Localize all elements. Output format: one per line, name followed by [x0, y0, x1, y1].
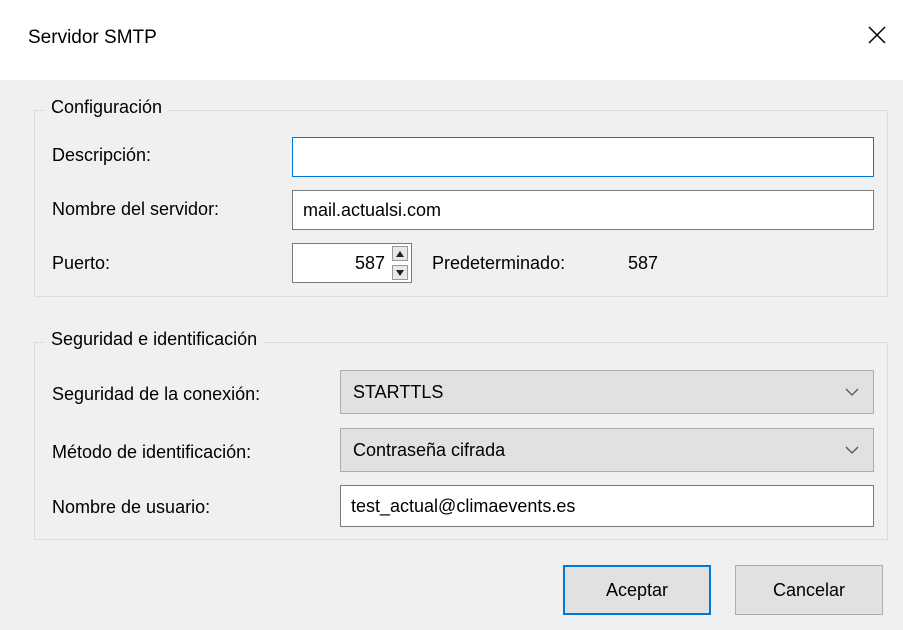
- chevron-down-icon: [845, 446, 859, 454]
- default-port-value: 587: [628, 253, 659, 273]
- smtp-dialog: Servidor SMTP Configuración Descripción:…: [0, 0, 903, 630]
- port-label: Puerto:: [52, 253, 110, 274]
- server-input[interactable]: mail.actualsi.com: [292, 190, 874, 230]
- description-input[interactable]: [292, 137, 874, 177]
- port-stepper-buttons: [392, 246, 408, 280]
- auth-method-label: Método de identificación:: [52, 442, 252, 462]
- auth-method-select[interactable]: Contraseña cifrada: [340, 428, 874, 472]
- server-label-text: Nombre del servidor:: [52, 199, 220, 219]
- port-value: 587: [354, 252, 385, 273]
- chevron-down-icon: [845, 388, 859, 396]
- username-input[interactable]: test_actual@climaevents.es: [340, 485, 874, 527]
- connection-security-value: STARTTLS: [353, 381, 444, 402]
- triangle-down-icon: [396, 269, 404, 276]
- close-button[interactable]: [851, 12, 903, 58]
- description-label: Descripción:: [52, 145, 151, 166]
- cancel-button[interactable]: Cancelar: [735, 565, 883, 615]
- title-bar: Servidor SMTP: [0, 0, 903, 80]
- port-stepper[interactable]: 587: [292, 243, 412, 283]
- default-port-label: Predeterminado:: [432, 253, 566, 273]
- close-icon: [868, 26, 886, 44]
- security-legend: Seguridad e identificación: [45, 329, 264, 350]
- description-label-text: Descripción:: [52, 145, 152, 165]
- ok-button[interactable]: Aceptar: [563, 565, 711, 615]
- server-label: Nombre del servidor:: [52, 199, 219, 220]
- connection-security-select[interactable]: STARTTLS: [340, 370, 874, 414]
- connection-security-label: Seguridad de la conexión:: [52, 384, 261, 404]
- port-label-text: Puerto:: [52, 253, 111, 273]
- username-label: Nombre de usuario:: [52, 497, 211, 517]
- configuration-legend: Configuración: [45, 97, 169, 118]
- port-increment-button[interactable]: [392, 246, 408, 261]
- auth-method-value: Contraseña cifrada: [353, 439, 506, 460]
- triangle-up-icon: [396, 250, 404, 257]
- window-title: Servidor SMTP: [28, 27, 157, 48]
- port-decrement-button[interactable]: [392, 265, 408, 280]
